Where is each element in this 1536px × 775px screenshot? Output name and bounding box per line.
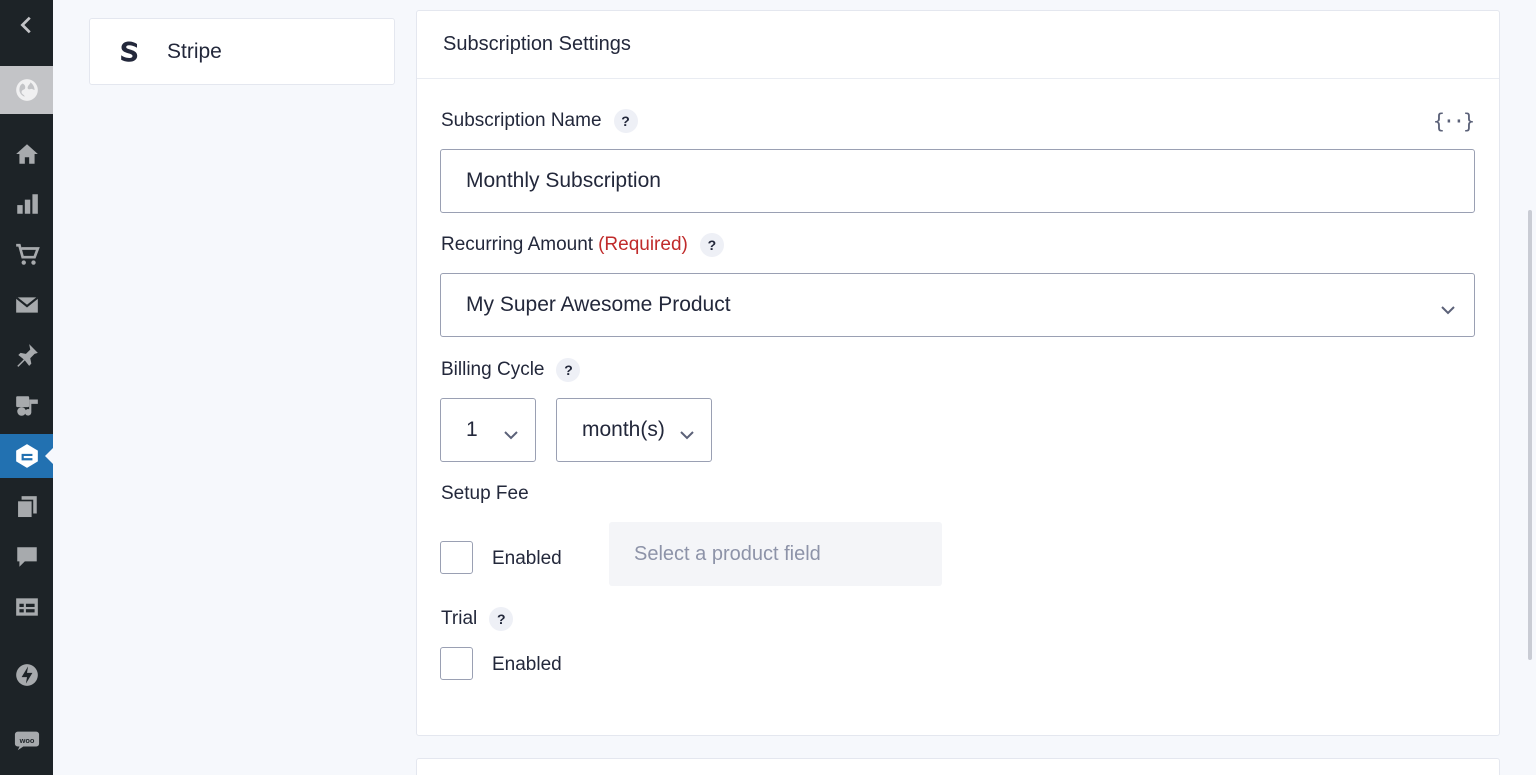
- trial-label: Trial ?: [441, 607, 514, 631]
- panel-header: Subscription Settings: [417, 11, 1499, 79]
- setup-fee-label: Setup Fee: [441, 483, 529, 505]
- sidebar-item-mail[interactable]: [0, 283, 53, 327]
- billing-cycle-unit-value: month(s): [582, 418, 665, 441]
- pin-icon: [16, 344, 38, 367]
- bolt-icon: [15, 664, 38, 686]
- sidebar-item-analytics[interactable]: [0, 182, 53, 226]
- sidebar-item-dashboard[interactable]: [0, 132, 53, 176]
- sidebar-item-pages[interactable]: [0, 485, 53, 529]
- trial-help-icon[interactable]: ?: [489, 607, 514, 631]
- sidebar-item-posts[interactable]: [0, 333, 53, 377]
- billing-cycle-number-value: 1: [466, 418, 478, 441]
- subscription-settings-panel: Subscription Settings Subscription Name …: [416, 10, 1500, 736]
- panel-title: Subscription Settings: [443, 33, 631, 55]
- media-icon: [15, 396, 38, 416]
- recurring-amount-label-text: Recurring Amount: [441, 234, 594, 255]
- bar-chart-icon: [16, 194, 38, 214]
- subscription-name-label: Subscription Name ?: [441, 109, 638, 133]
- billing-cycle-unit-select[interactable]: month(s): [556, 398, 712, 462]
- feed-item-label: Stripe: [167, 39, 222, 63]
- globe-icon: [15, 79, 38, 101]
- setup-fee-label-text: Setup Fee: [441, 483, 529, 504]
- site-globe-button[interactable]: [0, 66, 53, 114]
- trial-checkbox[interactable]: [440, 647, 473, 680]
- page-scrollbar[interactable]: [1528, 210, 1532, 660]
- billing-cycle-label: Billing Cycle ?: [441, 358, 581, 382]
- recurring-amount-value: My Super Awesome Product: [466, 293, 731, 316]
- billing-cycle-help-icon[interactable]: ?: [556, 358, 581, 382]
- feed-item-stripe[interactable]: Stripe: [89, 18, 395, 85]
- chevron-left-icon: [19, 16, 31, 34]
- chevron-down-icon: [503, 423, 519, 440]
- recurring-amount-select[interactable]: My Super Awesome Product: [440, 273, 1475, 337]
- table-icon: [15, 598, 38, 616]
- setup-fee-checkbox-label[interactable]: Enabled: [492, 548, 562, 570]
- setup-fee-product-select[interactable]: Select a product field: [609, 522, 942, 586]
- sidebar-item-media[interactable]: [0, 384, 53, 428]
- subscription-name-label-text: Subscription Name: [441, 110, 602, 131]
- admin-sidebar: woo: [0, 0, 53, 775]
- cart-icon: [15, 243, 40, 265]
- chevron-down-icon: [1440, 298, 1456, 315]
- sidebar-item-jetpack[interactable]: [0, 653, 53, 697]
- billing-cycle-label-text: Billing Cycle: [441, 359, 545, 380]
- sidebar-item-woocommerce[interactable]: [0, 233, 53, 277]
- chevron-down-icon: [679, 423, 695, 440]
- recurring-amount-help-icon[interactable]: ?: [699, 233, 724, 257]
- collapse-menu-button[interactable]: [0, 3, 53, 47]
- woo-text: woo: [18, 736, 34, 745]
- sidebar-item-comments[interactable]: [0, 535, 53, 579]
- mail-icon: [14, 296, 39, 313]
- recurring-amount-label: Recurring Amount (Required) ?: [441, 233, 724, 257]
- comment-icon: [16, 547, 37, 567]
- home-icon: [15, 144, 38, 164]
- setup-fee-product-placeholder: Select a product field: [634, 542, 821, 565]
- woo-icon: woo: [14, 731, 39, 751]
- sidebar-item-tables[interactable]: [0, 585, 53, 629]
- stripe-logo-icon: [117, 37, 141, 67]
- trial-checkbox-label[interactable]: Enabled: [492, 654, 562, 676]
- pages-icon: [15, 496, 37, 519]
- required-indicator: (Required): [598, 234, 688, 255]
- subscription-name-input[interactable]: Monthly Subscription: [440, 149, 1475, 213]
- next-settings-panel: [416, 758, 1500, 775]
- sidebar-item-woo[interactable]: woo: [0, 718, 53, 762]
- subscription-name-help-icon[interactable]: ?: [613, 109, 638, 133]
- forms-icon: [15, 444, 38, 468]
- subscription-name-value: Monthly Subscription: [466, 169, 661, 192]
- setup-fee-checkbox[interactable]: [440, 541, 473, 574]
- sidebar-item-forms[interactable]: [0, 434, 53, 478]
- merge-tag-icon[interactable]: {··}: [1433, 109, 1475, 133]
- trial-label-text: Trial: [441, 608, 478, 629]
- billing-cycle-number-select[interactable]: 1: [440, 398, 536, 462]
